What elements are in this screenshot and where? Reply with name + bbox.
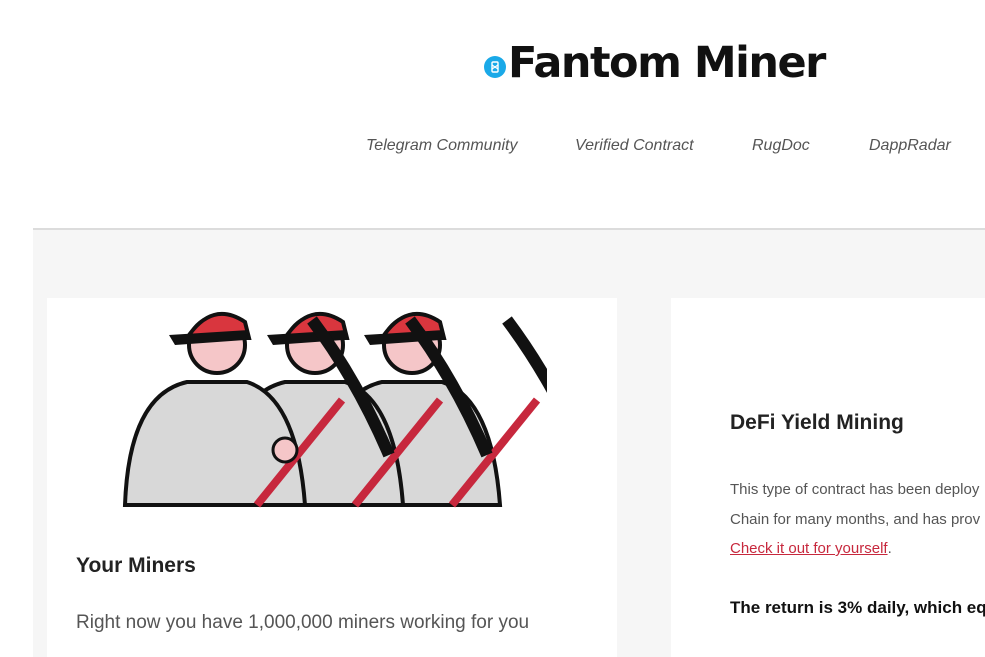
link-period: .	[887, 540, 892, 557]
defi-description-line2: Chain for many months, and has prov	[730, 511, 981, 528]
return-rate-text: The return is 3% daily, which equ	[730, 598, 985, 617]
check-it-out-link[interactable]: Check it out for yourself	[730, 540, 888, 557]
defi-info-card: DeFi Yield Mining This type of contract …	[671, 298, 985, 657]
defi-description-line1: This type of contract has been deploy	[730, 481, 980, 498]
miners-card: Your Miners Right now you have 1,000,000…	[47, 298, 617, 657]
site-header: Fantom Miner Telegram Community Verified…	[0, 0, 985, 229]
main-nav: Telegram Community Verified Contract Rug…	[0, 137, 985, 157]
miners-heading: Your Miners	[76, 554, 196, 577]
miners-illustration	[122, 312, 547, 508]
defi-link-line: Check it out for yourself.	[730, 540, 892, 557]
nav-verified-contract[interactable]: Verified Contract	[575, 137, 694, 155]
defi-heading: DeFi Yield Mining	[730, 411, 904, 434]
nav-telegram-community[interactable]: Telegram Community	[366, 137, 517, 155]
site-title: Fantom Miner	[508, 38, 826, 88]
nav-dappradar[interactable]: DappRadar	[869, 137, 951, 155]
fantom-logo-icon	[484, 56, 506, 78]
brand[interactable]: Fantom Miner	[484, 38, 826, 88]
miners-count-text: Right now you have 1,000,000 miners work…	[76, 612, 530, 633]
nav-rugdoc[interactable]: RugDoc	[752, 137, 810, 155]
